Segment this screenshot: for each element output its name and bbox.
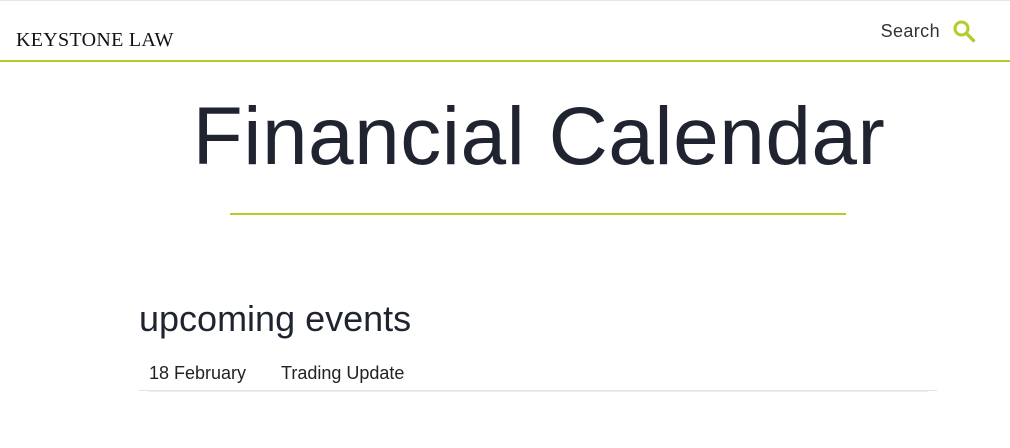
search-button[interactable]: Search	[881, 18, 976, 44]
upcoming-events-heading: upcoming events	[139, 298, 412, 339]
site-logo[interactable]: KEYSTONE LAW	[16, 29, 174, 51]
search-label[interactable]: Search	[881, 18, 940, 44]
page: KEYSTONE LAW Search Financial Calendar u…	[0, 0, 1010, 448]
event-date: 18 February	[149, 362, 247, 383]
event-name: Trading Update	[281, 362, 405, 383]
site-header: KEYSTONE LAW Search	[0, 0, 1010, 62]
search-icon[interactable]	[952, 19, 976, 43]
events-table: 18 February Trading Update	[139, 356, 937, 391]
title-divider	[230, 213, 846, 215]
event-row: 18 February Trading Update	[139, 356, 937, 391]
page-title: Financial Calendar	[192, 91, 886, 182]
